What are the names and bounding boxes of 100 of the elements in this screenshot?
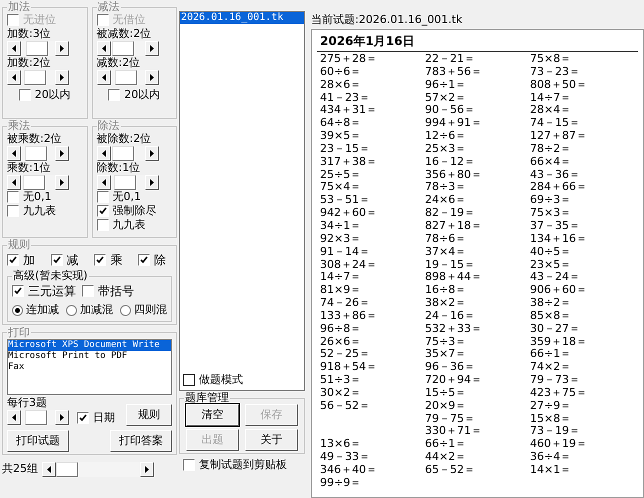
scrollbar-thumb[interactable] [24,70,46,85]
question-text: 90－56＝ [425,104,476,118]
question-text: 15×8＝ [530,412,572,426]
checkbox[interactable] [96,191,108,203]
checkbox[interactable] [77,412,89,424]
right-arrow-button[interactable] [55,410,69,426]
checkbox[interactable] [50,254,63,266]
scrollbar-thumb[interactable] [24,410,47,426]
button[interactable]: 打印答案 [110,430,172,452]
question-text: 346＋40＝ [320,464,378,477]
question-text: 75×4＝ [320,181,362,194]
question-text: 16÷8＝ [425,284,468,298]
left-arrow-button[interactable] [7,175,21,190]
question-text: 26×6＝ [320,336,362,348]
group-title: 减法 [96,1,120,13]
printer-item[interactable]: Microsoft Print to PDF [8,350,171,362]
question-text: 15÷5＝ [425,386,468,400]
radio-button[interactable] [12,304,23,316]
checkbox[interactable] [7,205,19,217]
checkbox[interactable] [12,285,24,297]
current-file-label: 当前试题:2026.01.16_001.tk [311,13,464,27]
question-text: 14×1＝ [530,464,572,477]
checkbox[interactable] [94,254,106,266]
left-triangle-icon [12,45,16,52]
printer-item[interactable]: Fax [8,362,171,372]
scrollbar-thumb[interactable] [26,41,48,56]
question-text: 52－25＝ [320,348,371,362]
scrollbar-thumb[interactable] [114,70,137,85]
question-text: 783＋56＝ [425,66,483,79]
checkbox-label: 20以内 [34,87,71,103]
question-text: 43－36＝ [530,168,581,182]
question-text: 30×2＝ [320,386,362,400]
scrollbar-thumb[interactable] [112,41,134,56]
left-arrow-button[interactable] [7,146,21,161]
checkbox[interactable] [96,219,108,231]
question-text: 13×6＝ [320,438,362,452]
question-text: 330＋71＝ [425,425,483,438]
question-text: 73－23＝ [530,66,581,79]
scrollbar-thumb[interactable] [114,175,136,190]
question-text: 49－33＝ [320,451,371,464]
question-text: 74－15＝ [530,117,581,130]
check-icon [9,256,17,264]
question-text: 60÷6＝ [320,66,362,79]
question-text: 37×4＝ [425,246,468,258]
left-arrow-button[interactable] [96,175,110,190]
question-text: 66×4＝ [530,156,572,169]
question-text: 85×8＝ [530,310,572,323]
checkbox[interactable] [108,89,120,102]
checkbox[interactable] [18,89,31,102]
scrollbar-thumb[interactable] [25,146,48,161]
question-text: 96－36＝ [425,361,476,374]
checkbox-label: 九九表 [23,204,56,218]
printer-item[interactable]: Microsoft XPS Document Write [8,340,171,350]
scrollbar-thumb[interactable] [22,175,45,190]
right-arrow-button[interactable] [144,70,158,85]
checkbox[interactable] [7,254,19,266]
left-arrow-button[interactable] [96,70,110,85]
question-text: 74×2＝ [530,361,572,374]
checkbox[interactable] [96,205,108,217]
printer-list[interactable]: Microsoft XPS Document Write Microsoft Print to PDF Fax [7,338,172,394]
radio-button[interactable] [66,304,77,316]
file-item[interactable]: 2026.01.16_001.tk [180,12,304,24]
left-arrow-button[interactable] [7,410,21,426]
check-icon [96,256,104,264]
left-arrow-button[interactable] [42,462,56,477]
radio-button[interactable] [120,304,131,316]
left-arrow-button[interactable] [96,146,110,161]
button[interactable]: 规则 [126,404,172,426]
right-arrow-button[interactable] [55,146,69,161]
left-triangle-icon [12,74,16,81]
right-arrow-button[interactable] [55,41,69,56]
right-arrow-button[interactable] [144,146,158,161]
slider-label: 除数:1位 [96,161,142,175]
right-arrow-button[interactable] [55,175,69,190]
checkbox-label: 复制试题到剪贴板 [199,457,287,473]
right-arrow-button[interactable] [140,462,154,477]
right-arrow-button[interactable] [55,70,69,85]
left-arrow-button[interactable] [7,70,21,85]
left-arrow-button[interactable] [7,41,21,56]
button[interactable]: 清空 [186,404,239,426]
question-text: 134＋16＝ [530,232,588,246]
scrollbar-thumb[interactable] [112,146,134,161]
right-arrow-button[interactable] [144,175,158,190]
button[interactable]: 打印试题 [7,430,69,452]
checkbox[interactable] [7,191,19,203]
left-triangle-icon [12,179,16,186]
checkbox[interactable] [82,285,94,297]
group-title: 乘法 [7,120,31,132]
radio-label: 连加减 [26,302,59,318]
checkbox[interactable] [183,374,195,386]
scrollbar-thumb[interactable] [56,462,78,477]
question-text: 57×2＝ [425,92,468,104]
right-triangle-icon [150,179,154,186]
button[interactable]: 关于 [245,429,298,451]
right-arrow-button[interactable] [144,41,158,56]
checkbox[interactable] [138,254,150,266]
left-arrow-button[interactable] [96,41,110,56]
file-list[interactable]: 2026.01.16_001.tk 做题模式 [179,11,305,391]
checkbox[interactable] [183,459,195,472]
checkbox-label: 九九表 [112,218,146,232]
